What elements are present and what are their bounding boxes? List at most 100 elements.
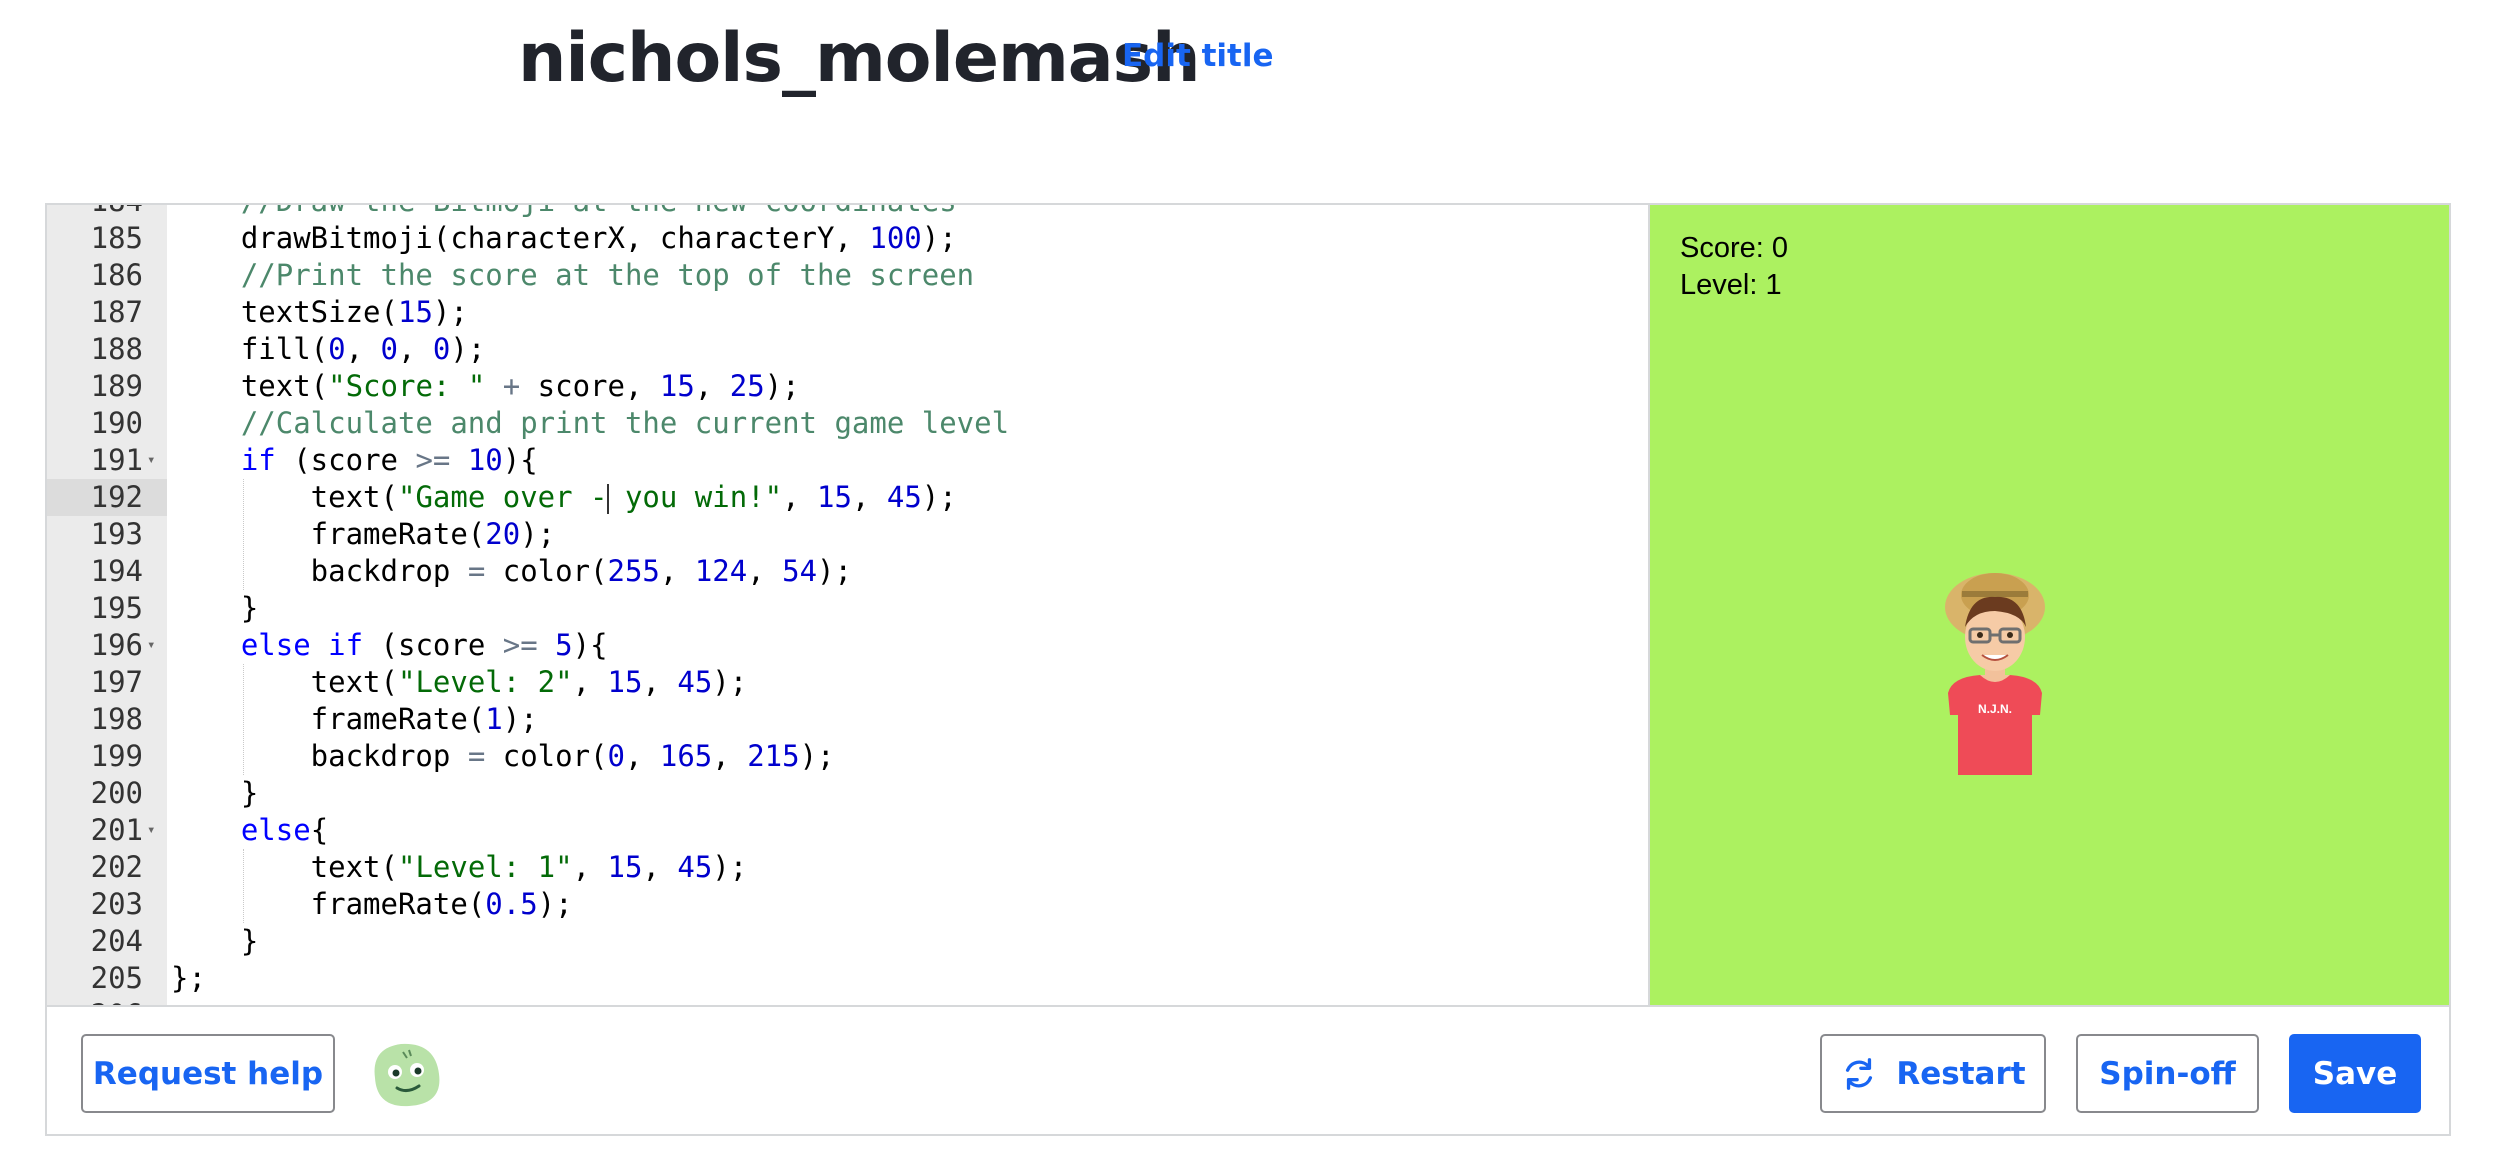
code-token: 0 — [432, 332, 451, 366]
code-line[interactable]: 192 text("Game over - you win!", 15, 45)… — [47, 479, 1648, 516]
request-help-button[interactable]: Request help — [81, 1034, 335, 1113]
code-text: } — [171, 590, 258, 627]
code-token: 124 — [694, 554, 748, 588]
code-line[interactable]: 195 } — [47, 590, 1648, 627]
code-line[interactable]: 191 ▾ if (score >= 10){ — [47, 442, 1648, 479]
code-token: , — [642, 665, 678, 699]
code-line[interactable]: 193 frameRate(20); — [47, 516, 1648, 553]
output-canvas[interactable]: Score: 0 Level: 1 N.J.N. — [1648, 205, 2449, 1005]
fold-toggle-icon[interactable]: ▾ — [147, 442, 161, 479]
code-token: 0 — [607, 739, 625, 773]
code-token: color( — [485, 554, 608, 588]
code-token: + — [485, 369, 538, 403]
code-text: } — [171, 775, 258, 812]
code-line[interactable]: 185 drawBitmoji(characterX, characterY, … — [47, 220, 1648, 257]
spin-off-button[interactable]: Spin-off — [2076, 1034, 2259, 1113]
code-token: , — [572, 850, 608, 884]
code-token: 54 — [782, 554, 818, 588]
code-token: if — [240, 443, 276, 477]
line-number: 189 — [90, 369, 143, 403]
edit-title-link[interactable]: Edit title — [1122, 36, 1274, 76]
code-token: , — [851, 480, 887, 514]
code-token: "Level: 1" — [397, 850, 573, 884]
code-token: 215 — [747, 739, 800, 773]
code-token: 0.5 — [485, 887, 538, 921]
code-token: ){ — [502, 443, 538, 477]
code-token: 100 — [869, 221, 922, 255]
page-header: nichols_molemash Edit title — [0, 0, 2502, 200]
code-line[interactable]: 206 — [47, 997, 1648, 1005]
code-text: if (score >= 10){ — [171, 442, 538, 479]
code-text: backdrop = color(255, 124, 54); — [171, 553, 852, 590]
code-line[interactable]: 188 fill(0, 0, 0); — [47, 331, 1648, 368]
code-text: frameRate(20); — [171, 516, 555, 553]
fold-toggle-icon[interactable]: ▾ — [147, 812, 161, 849]
code-text: //Print the score at the top of the scre… — [171, 257, 974, 294]
code-text: frameRate(0.5); — [171, 886, 573, 923]
line-number: 199 — [90, 739, 143, 773]
score-label: Score: 0 — [1680, 232, 1788, 264]
code-line[interactable]: 194 backdrop = color(255, 124, 54); — [47, 553, 1648, 590]
code-lines[interactable]: 184 //Draw the Bitmoji at the new coordi… — [47, 205, 1648, 1005]
code-line[interactable]: 186 //Print the score at the top of the … — [47, 257, 1648, 294]
code-line[interactable]: 190 //Calculate and print the current ga… — [47, 405, 1648, 442]
code-editor[interactable]: 184 //Draw the Bitmoji at the new coordi… — [47, 205, 1648, 1005]
code-token: ){ — [572, 628, 608, 662]
code-token: 15 — [607, 665, 643, 699]
code-token: , — [694, 369, 730, 403]
code-token: "Level: 2" — [397, 665, 573, 699]
code-line[interactable]: 199 backdrop = color(0, 165, 215); — [47, 738, 1648, 775]
code-token: color( — [485, 739, 608, 773]
code-token: drawBitmoji(characterX, characterY, — [171, 221, 870, 255]
code-line[interactable]: 205}; — [47, 960, 1648, 997]
code-text: } — [171, 923, 258, 960]
code-line[interactable]: 201 ▾ else{ — [47, 812, 1648, 849]
save-button[interactable]: Save — [2289, 1034, 2421, 1113]
code-token: , — [398, 332, 433, 366]
code-line[interactable]: 202 text("Level: 1", 15, 45); — [47, 849, 1648, 886]
code-token: >= — [502, 628, 538, 662]
code-line[interactable]: 200 } — [47, 775, 1648, 812]
request-help-label: Request help — [92, 1055, 324, 1092]
code-token: ); — [502, 702, 538, 736]
code-token: frameRate( — [171, 517, 486, 551]
code-token: backdrop — [171, 739, 468, 773]
code-text: else if (score >= 5){ — [171, 627, 608, 664]
indent-guide — [243, 849, 244, 923]
indent-guide — [243, 479, 244, 590]
code-token: frameRate( — [171, 702, 486, 736]
code-token: , — [659, 554, 695, 588]
line-number: 184 — [47, 205, 167, 220]
bottom-toolbar: Request help Restart Spin-off Save — [47, 1005, 2449, 1134]
line-number: 193 — [90, 517, 143, 551]
line-number: 186 — [90, 258, 143, 292]
code-line[interactable]: 198 frameRate(1); — [47, 701, 1648, 738]
code-token: 15 — [659, 369, 695, 403]
restart-button[interactable]: Restart — [1820, 1034, 2046, 1113]
line-number: 194 — [90, 554, 143, 588]
code-token: } — [171, 591, 259, 625]
restart-label: Restart — [1896, 1055, 2026, 1092]
code-line[interactable]: 196 ▾ else if (score >= 5){ — [47, 627, 1648, 664]
code-line[interactable]: 184 //Draw the Bitmoji at the new coordi… — [47, 205, 1648, 220]
code-line[interactable]: 204 } — [47, 923, 1648, 960]
level-label: Level: 1 — [1680, 269, 1782, 301]
code-line[interactable]: 187 textSize(15); — [47, 294, 1648, 331]
code-token: , — [624, 739, 660, 773]
code-token: //Calculate and print the current game l… — [171, 406, 1010, 440]
code-token: 5 — [555, 628, 573, 662]
code-token: score, — [537, 369, 660, 403]
code-token: ); — [921, 221, 957, 255]
code-line[interactable]: 203 frameRate(0.5); — [47, 886, 1648, 923]
line-number: 188 — [90, 332, 143, 366]
code-text: frameRate(1); — [171, 701, 538, 738]
code-line[interactable]: 189 text("Score: " + score, 15, 25); — [47, 368, 1648, 405]
code-token: textSize( — [171, 295, 398, 329]
code-token: else if — [240, 628, 364, 662]
code-line[interactable]: 197 text("Level: 2", 15, 45); — [47, 664, 1648, 701]
code-text: text("Level: 2", 15, 45); — [171, 664, 748, 701]
code-token: 45 — [886, 480, 922, 514]
fold-toggle-icon[interactable]: ▾ — [147, 627, 161, 664]
code-text: //Draw the Bitmoji at the new coordinate… — [171, 205, 957, 220]
code-text: else{ — [171, 812, 328, 849]
